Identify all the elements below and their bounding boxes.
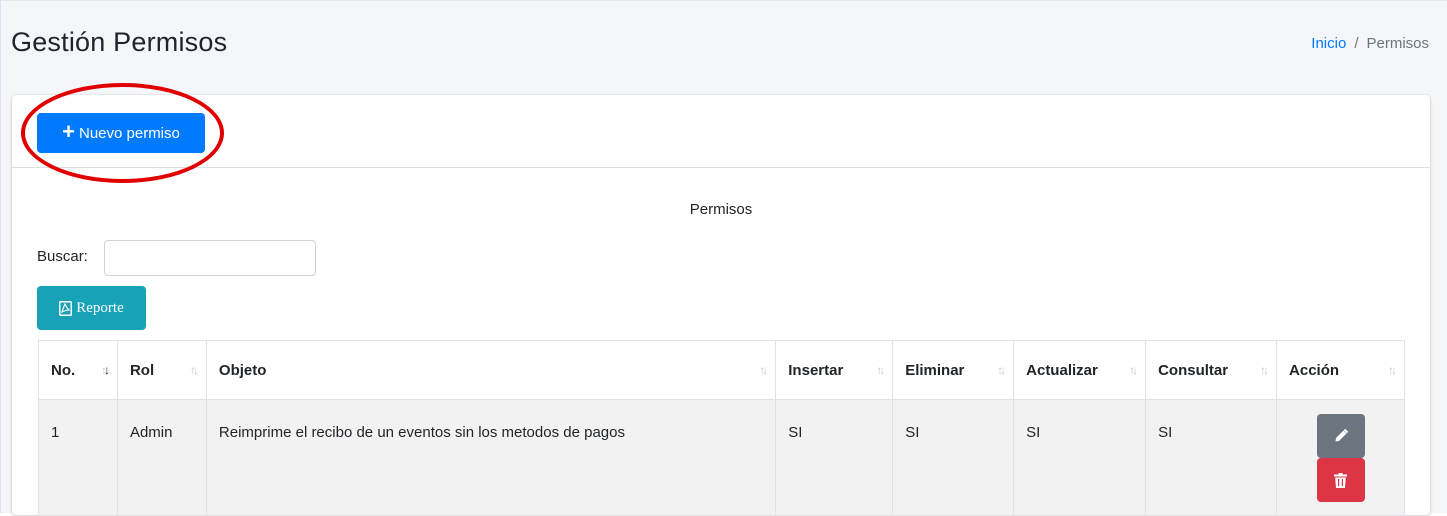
edit-icon bbox=[1335, 428, 1348, 442]
pdf-file-icon bbox=[59, 300, 73, 316]
sort-icon: ↑↓ bbox=[759, 363, 768, 377]
column-header-accion[interactable]: Acción ↑↓ bbox=[1276, 340, 1405, 400]
plus-icon: + bbox=[62, 119, 75, 144]
report-label: Reporte bbox=[76, 299, 124, 316]
cell-no: 1 bbox=[38, 399, 118, 516]
column-header-objeto[interactable]: Objeto ↑↓ bbox=[205, 340, 777, 400]
column-header-insertar[interactable]: Insertar ↑↓ bbox=[775, 340, 894, 400]
trash-icon bbox=[1334, 472, 1347, 488]
cell-rol: Admin bbox=[116, 399, 207, 516]
sort-icon: ↑↓ bbox=[1129, 363, 1138, 377]
new-permission-button[interactable]: + Nuevo permiso bbox=[37, 113, 205, 153]
new-permission-label: Nuevo permiso bbox=[78, 124, 180, 142]
cell-actualizar: SI bbox=[1013, 399, 1147, 516]
table-header-row: No. ↑↓ Rol ↑↓ Objeto ↑↓ Insertar ↑↓ Eliminar… bbox=[38, 340, 1405, 400]
table-caption: Permisos bbox=[689, 201, 753, 218]
edit-button[interactable] bbox=[1316, 414, 1365, 458]
page: Gestión Permisos Inicio / Permisos + Nuevo… bbox=[0, 0, 1447, 516]
breadcrumb-current: Permisos bbox=[1366, 35, 1429, 52]
table-row: 1 Admin Reimprime el recibo de un evento… bbox=[38, 399, 1405, 516]
sort-icon: ↑↓ bbox=[1388, 363, 1397, 377]
cell-consultar: SI bbox=[1145, 399, 1278, 516]
cell-insertar: SI bbox=[775, 399, 894, 516]
column-header-actualizar[interactable]: Actualizar ↑↓ bbox=[1013, 340, 1147, 400]
sort-icon: ↑↓ bbox=[876, 363, 885, 377]
cell-eliminar: SI bbox=[892, 399, 1015, 516]
search-label: Buscar: bbox=[37, 248, 88, 265]
sort-icon: ↑↓ bbox=[1260, 363, 1269, 377]
breadcrumb-home-link[interactable]: Inicio bbox=[1311, 35, 1346, 52]
cell-objeto: Reimprime el recibo de un eventos sin lo… bbox=[205, 399, 777, 516]
column-header-rol[interactable]: Rol ↑↓ bbox=[116, 340, 207, 400]
breadcrumb: Inicio / Permisos bbox=[1311, 35, 1429, 52]
permissions-table: No. ↑↓ Rol ↑↓ Objeto ↑↓ Insertar ↑↓ Eliminar… bbox=[38, 340, 1405, 516]
column-header-consultar[interactable]: Consultar ↑↓ bbox=[1145, 340, 1278, 400]
report-button[interactable]: Reporte bbox=[37, 286, 146, 330]
column-header-eliminar[interactable]: Eliminar ↑↓ bbox=[892, 340, 1015, 400]
row-actions bbox=[1289, 400, 1392, 502]
delete-button[interactable] bbox=[1316, 458, 1365, 502]
page-title: Gestión Permisos bbox=[11, 27, 228, 57]
card-header: + Nuevo permiso bbox=[12, 95, 1430, 168]
sort-desc-icon: ↑↓ bbox=[100, 363, 110, 377]
column-header-no[interactable]: No. ↑↓ bbox=[38, 340, 118, 400]
cell-actions bbox=[1276, 399, 1405, 516]
search-input[interactable] bbox=[104, 240, 316, 276]
sort-icon: ↑↓ bbox=[189, 363, 199, 377]
sort-icon: ↑↓ bbox=[997, 363, 1006, 377]
breadcrumb-separator: / bbox=[1354, 35, 1359, 52]
